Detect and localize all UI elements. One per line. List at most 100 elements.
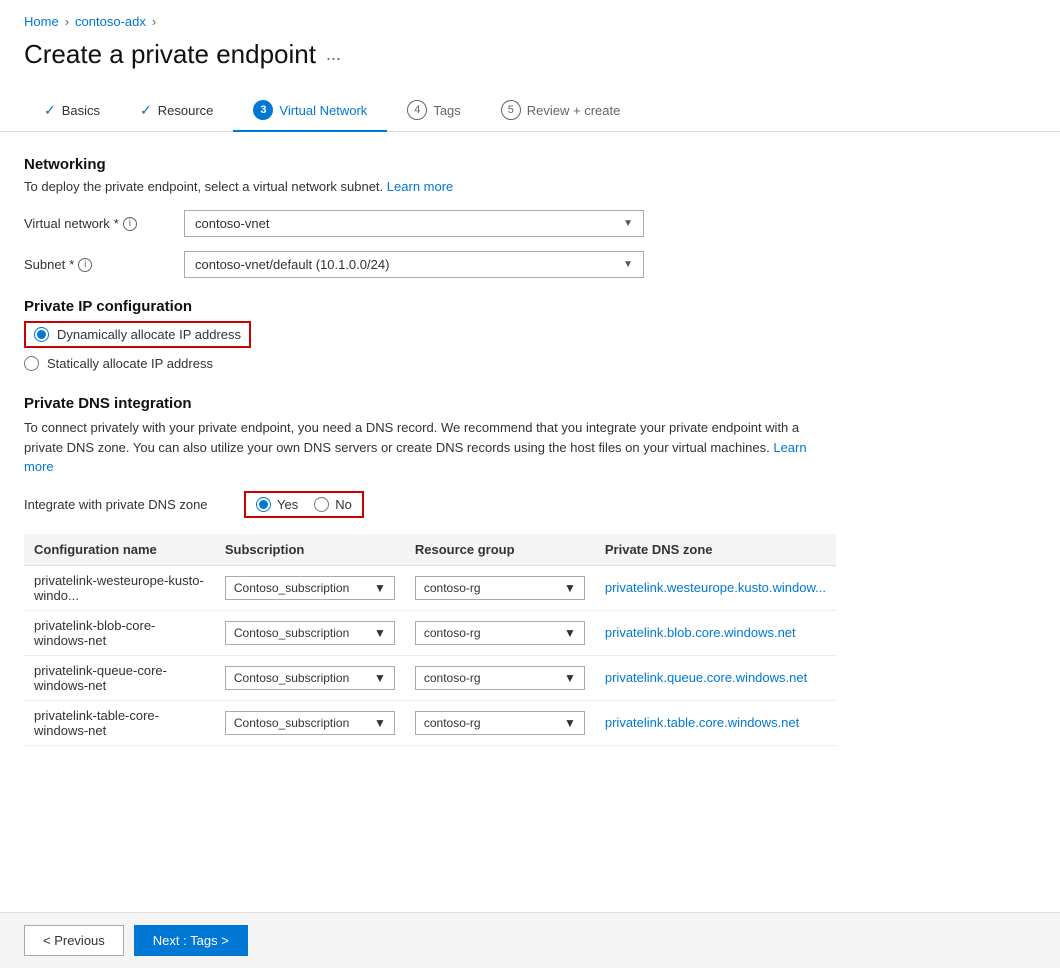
page-title-area: Create a private endpoint ... (0, 35, 1060, 90)
tab-tags[interactable]: 4 Tags (387, 90, 480, 132)
col-resource-group: Resource group (405, 534, 595, 566)
chevron-down-icon: ▼ (374, 671, 386, 685)
tab-num-virtual-network: 3 (253, 100, 273, 120)
breadcrumb-resource[interactable]: contoso-adx (75, 14, 146, 29)
tab-resource-label: Resource (158, 103, 214, 118)
resource-group-dropdown[interactable]: contoso-rg ▼ (415, 711, 585, 735)
subscription-cell: Contoso_subscription ▼ (215, 655, 405, 700)
breadcrumb-home[interactable]: Home (24, 14, 59, 29)
footer: < Previous Next : Tags > (0, 912, 1060, 968)
dns-yes-radio[interactable] (256, 497, 271, 512)
check-icon-basics: ✓ (44, 102, 56, 119)
static-ip-radio[interactable] (24, 356, 39, 371)
tab-virtual-network[interactable]: 3 Virtual Network (233, 90, 387, 132)
dns-yes-label: Yes (277, 497, 298, 512)
resource-group-dropdown[interactable]: contoso-rg ▼ (415, 666, 585, 690)
virtual-network-dropdown[interactable]: contoso-vnet ▼ (184, 210, 644, 237)
dns-no-radio[interactable] (314, 497, 329, 512)
dns-zone-cell: privatelink.blob.core.windows.net (595, 610, 836, 655)
table-row: privatelink-blob-core-windows-net Contos… (24, 610, 836, 655)
chevron-down-icon: ▼ (374, 626, 386, 640)
chevron-down-icon: ▼ (564, 671, 576, 685)
tab-review-label: Review + create (527, 103, 621, 118)
private-dns-title: Private DNS integration (24, 395, 836, 412)
networking-desc: To deploy the private endpoint, select a… (24, 179, 836, 194)
subscription-cell: Contoso_subscription ▼ (215, 565, 405, 610)
resource-group-cell: contoso-rg ▼ (405, 655, 595, 700)
dns-no-option[interactable]: No (314, 497, 352, 512)
subnet-field-row: Subnet * i contoso-vnet/default (10.1.0.… (24, 251, 836, 278)
subnet-value: contoso-vnet/default (10.1.0.0/24) (195, 257, 389, 272)
table-row: privatelink-table-core-windows-net Conto… (24, 700, 836, 745)
private-ip-radio-group: Dynamically allocate IP address Statical… (24, 321, 836, 371)
dns-integrate-row: Integrate with private DNS zone Yes No (24, 491, 836, 518)
private-dns-desc: To connect privately with your private e… (24, 418, 836, 477)
dynamic-ip-highlighted: Dynamically allocate IP address (24, 321, 251, 348)
dns-table: Configuration name Subscription Resource… (24, 534, 836, 746)
networking-learn-more-link[interactable]: Learn more (387, 179, 453, 194)
subscription-dropdown[interactable]: Contoso_subscription ▼ (225, 666, 395, 690)
private-ip-section: Private IP configuration Dynamically all… (24, 298, 836, 371)
dns-no-label: No (335, 497, 352, 512)
next-button[interactable]: Next : Tags > (134, 925, 248, 956)
virtual-network-info-icon[interactable]: i (123, 217, 137, 231)
resource-group-cell: contoso-rg ▼ (405, 700, 595, 745)
dns-zone-cell: privatelink.queue.core.windows.net (595, 655, 836, 700)
config-name-cell: privatelink-westeurope-kusto-windo... (24, 565, 215, 610)
virtual-network-value: contoso-vnet (195, 216, 269, 231)
dns-yes-option[interactable]: Yes (256, 497, 298, 512)
resource-group-dropdown[interactable]: contoso-rg ▼ (415, 621, 585, 645)
subscription-dropdown[interactable]: Contoso_subscription ▼ (225, 621, 395, 645)
subnet-info-icon[interactable]: i (78, 258, 92, 272)
tab-tags-label: Tags (433, 103, 460, 118)
chevron-down-icon: ▼ (564, 626, 576, 640)
resource-group-dropdown[interactable]: contoso-rg ▼ (415, 576, 585, 600)
breadcrumb: Home › contoso-adx › (0, 0, 1060, 35)
static-ip-option[interactable]: Statically allocate IP address (24, 356, 836, 371)
tab-resource[interactable]: ✓ Resource (120, 92, 233, 131)
table-row: privatelink-queue-core-windows-net Conto… (24, 655, 836, 700)
main-content: Networking To deploy the private endpoin… (0, 156, 860, 746)
config-name-cell: privatelink-table-core-windows-net (24, 700, 215, 745)
config-name-cell: privatelink-queue-core-windows-net (24, 655, 215, 700)
tab-basics-label: Basics (62, 103, 100, 118)
private-dns-section: Private DNS integration To connect priva… (24, 395, 836, 746)
chevron-down-icon-subnet: ▼ (623, 259, 633, 270)
dns-integrate-label: Integrate with private DNS zone (24, 497, 244, 512)
page-title: Create a private endpoint (24, 39, 316, 70)
dynamic-ip-option[interactable]: Dynamically allocate IP address (24, 321, 836, 348)
networking-section: Networking To deploy the private endpoin… (24, 156, 836, 278)
dns-zone-cell: privatelink.westeurope.kusto.window... (595, 565, 836, 610)
dynamic-ip-radio[interactable] (34, 327, 49, 342)
static-ip-label: Statically allocate IP address (47, 356, 213, 371)
chevron-down-icon: ▼ (564, 716, 576, 730)
virtual-network-field-row: Virtual network * i contoso-vnet ▼ (24, 210, 836, 237)
col-config-name: Configuration name (24, 534, 215, 566)
subscription-cell: Contoso_subscription ▼ (215, 610, 405, 655)
tab-num-review: 5 (501, 100, 521, 120)
resource-group-cell: contoso-rg ▼ (405, 610, 595, 655)
tab-num-tags: 4 (407, 100, 427, 120)
subnet-label: Subnet * i (24, 257, 184, 272)
col-dns-zone: Private DNS zone (595, 534, 836, 566)
virtual-network-label: Virtual network * i (24, 216, 184, 231)
dynamic-ip-label: Dynamically allocate IP address (57, 327, 241, 342)
chevron-down-icon: ▼ (564, 581, 576, 595)
private-ip-title: Private IP configuration (24, 298, 836, 315)
chevron-down-icon: ▼ (374, 581, 386, 595)
subnet-dropdown[interactable]: contoso-vnet/default (10.1.0.0/24) ▼ (184, 251, 644, 278)
networking-title: Networking (24, 156, 836, 173)
tab-review-create[interactable]: 5 Review + create (481, 90, 641, 132)
dns-integrate-radio-group: Yes No (244, 491, 364, 518)
ellipsis-menu[interactable]: ... (326, 44, 341, 65)
chevron-down-icon: ▼ (623, 218, 633, 229)
subscription-dropdown[interactable]: Contoso_subscription ▼ (225, 711, 395, 735)
resource-group-cell: contoso-rg ▼ (405, 565, 595, 610)
tab-basics[interactable]: ✓ Basics (24, 92, 120, 131)
check-icon-resource: ✓ (140, 102, 152, 119)
chevron-down-icon: ▼ (374, 716, 386, 730)
col-subscription: Subscription (215, 534, 405, 566)
subscription-dropdown[interactable]: Contoso_subscription ▼ (225, 576, 395, 600)
table-row: privatelink-westeurope-kusto-windo... Co… (24, 565, 836, 610)
previous-button[interactable]: < Previous (24, 925, 124, 956)
